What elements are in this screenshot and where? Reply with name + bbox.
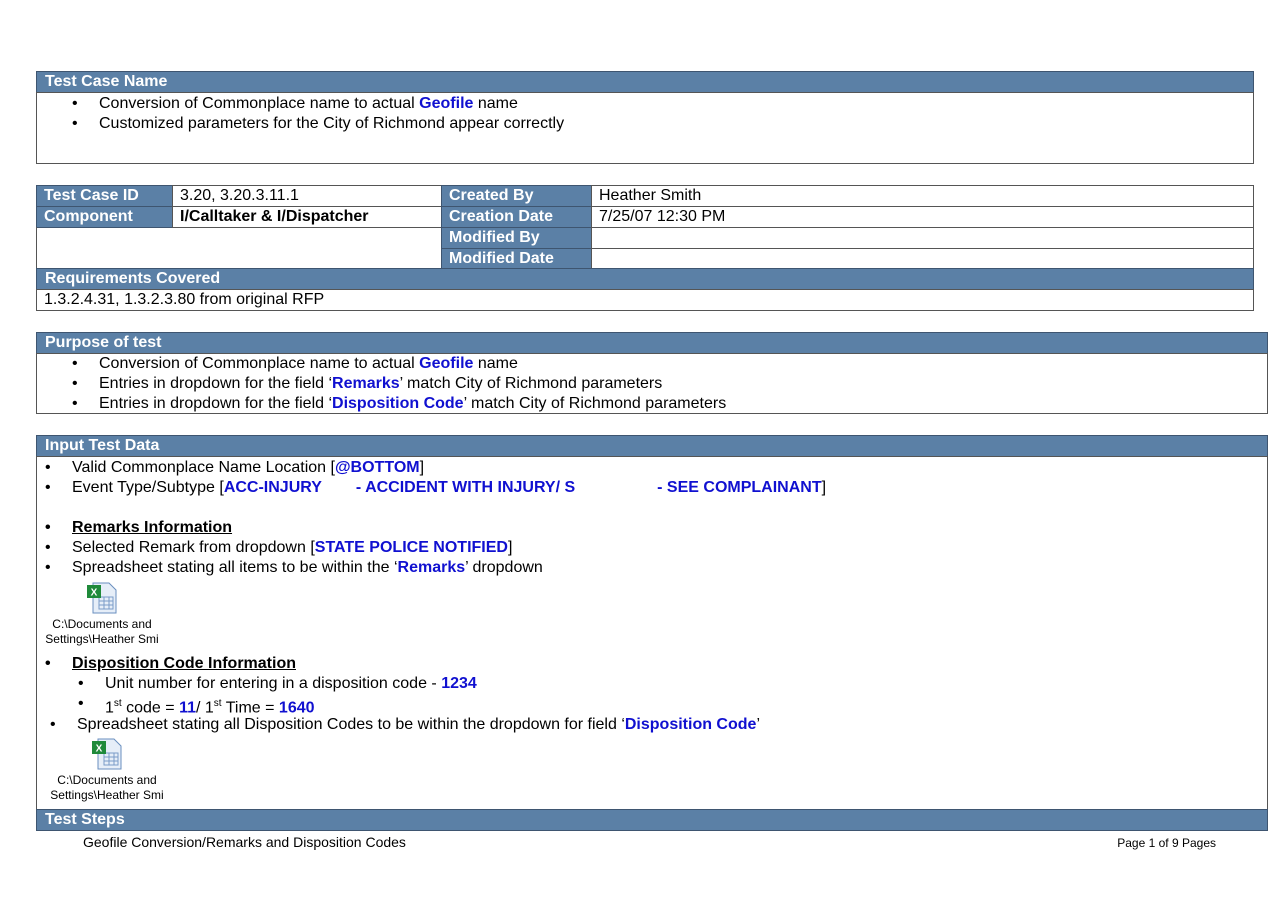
test-case-id-value: 3.20, 3.20.3.11.1 xyxy=(172,185,442,207)
text: ’ match City of Richmond parameters xyxy=(463,395,727,412)
text: ] xyxy=(507,539,513,556)
superscript: st xyxy=(113,698,122,709)
test-steps-header: Test Steps xyxy=(36,809,1268,831)
list-item: Unit number for entering in a dispositio… xyxy=(78,674,477,694)
highlight: Remarks xyxy=(332,375,400,392)
text: name xyxy=(473,95,518,112)
creation-date-value: 7/25/07 12:30 PM xyxy=(591,206,1254,228)
text: Unit number for entering in a dispositio… xyxy=(105,675,442,692)
modified-date-label: Modified Date xyxy=(441,248,592,269)
text: 1 xyxy=(105,699,114,717)
highlight: Disposition Code xyxy=(332,395,464,412)
text: / 1 xyxy=(195,699,214,717)
text: Selected Remark from dropdown [ xyxy=(72,539,315,556)
text: Settings\Heather Smi xyxy=(45,632,159,646)
highlight: 1234 xyxy=(441,675,477,692)
text: Settings\Heather Smi xyxy=(50,788,164,802)
list-item: Selected Remark from dropdown [STATE POL… xyxy=(45,538,513,558)
requirements-value: 1.3.2.4.31, 1.3.2.3.80 from original RFP xyxy=(36,289,1254,311)
text: Spreadsheet stating all items to be with… xyxy=(72,559,398,576)
component-label: Component xyxy=(36,206,173,228)
highlight: 11 xyxy=(179,699,196,717)
list-item: Spreadsheet stating all Disposition Code… xyxy=(50,715,760,735)
modified-by-label: Modified By xyxy=(441,227,592,249)
test-case-name-body: Conversion of Commonplace name to actual… xyxy=(36,92,1254,164)
list-item: Entries in dropdown for the field ‘Remar… xyxy=(72,374,663,394)
disposition-title: Disposition Code Information xyxy=(45,654,296,674)
text: Event Type/Subtype [ xyxy=(72,479,224,496)
svg-text:X: X xyxy=(96,744,103,755)
text: name xyxy=(473,355,518,372)
component-value: I/Calltaker & I/Dispatcher xyxy=(172,206,442,228)
input-body: Valid Commonplace Name Location [@BOTTOM… xyxy=(36,456,1268,810)
highlight: Disposition Code xyxy=(624,716,757,733)
creation-date-label: Creation Date xyxy=(441,206,592,228)
text: ’ xyxy=(756,716,760,733)
excel-file-icon[interactable]: X xyxy=(85,581,119,615)
text: ’ dropdown xyxy=(465,559,543,576)
highlight: 1640 xyxy=(278,699,315,717)
purpose-body: Conversion of Commonplace name to actual… xyxy=(36,353,1268,414)
list-item: Spreadsheet stating all items to be with… xyxy=(45,558,543,578)
text: ’ match City of Richmond parameters xyxy=(399,375,663,392)
created-by-value: Heather Smith xyxy=(591,185,1254,207)
highlight: Geofile xyxy=(419,355,474,372)
test-case-id-label: Test Case ID xyxy=(36,185,173,207)
highlight: - ACCIDENT WITH INJURY/ S xyxy=(355,479,576,496)
text: Spreadsheet stating all Disposition Code… xyxy=(77,716,625,733)
list-item: Conversion of Commonplace name to actual… xyxy=(72,354,518,374)
attachment-caption: C:\Documents and Settings\Heather Smi xyxy=(37,617,167,647)
test-case-name-header: Test Case Name xyxy=(36,71,1254,93)
modified-date-value xyxy=(591,248,1254,269)
list-item: Event Type/Subtype [ACC-INJURY - ACCIDENT… xyxy=(45,478,827,498)
text: Entries in dropdown for the field ‘ xyxy=(99,375,333,392)
attachment-caption: C:\Documents and Settings\Heather Smi xyxy=(42,773,172,803)
text: code = xyxy=(121,699,180,717)
empty-cell xyxy=(36,227,442,269)
highlight: Remarks xyxy=(397,559,466,576)
list-item: Valid Commonplace Name Location [@BOTTOM… xyxy=(45,458,425,478)
text: Conversion of Commonplace name to actual xyxy=(99,95,420,112)
text: C:\Documents and xyxy=(57,773,157,787)
requirements-header: Requirements Covered xyxy=(36,268,1254,290)
input-header: Input Test Data xyxy=(36,435,1268,457)
highlight: ACC-INJURY xyxy=(223,479,322,496)
remarks-title: Remarks Information xyxy=(45,518,232,538)
excel-file-icon[interactable]: X xyxy=(90,737,124,771)
list-item: Conversion of Commonplace name to actual… xyxy=(72,94,518,114)
text: C:\Documents and xyxy=(52,617,152,631)
highlight: @BOTTOM xyxy=(334,459,420,476)
highlight: Geofile xyxy=(419,95,474,112)
purpose-header: Purpose of test xyxy=(36,332,1268,354)
highlight: STATE POLICE NOTIFIED xyxy=(314,539,508,556)
text: ] xyxy=(419,459,425,476)
text: Conversion of Commonplace name to actual xyxy=(99,355,420,372)
list-item: Entries in dropdown for the field ‘Dispo… xyxy=(72,394,727,414)
text: Customized parameters for the City of Ri… xyxy=(99,115,565,132)
footer-title: Geofile Conversion/Remarks and Dispositi… xyxy=(83,834,406,850)
text: Entries in dropdown for the field ‘ xyxy=(99,395,333,412)
text: ] xyxy=(821,479,827,496)
list-item: Customized parameters for the City of Ri… xyxy=(72,114,565,134)
page-number: Page 1 of 9 Pages xyxy=(1117,836,1216,850)
highlight: - SEE COMPLAINANT xyxy=(657,479,822,496)
svg-text:X: X xyxy=(91,588,98,599)
text: Valid Commonplace Name Location [ xyxy=(72,459,335,476)
modified-by-value xyxy=(591,227,1254,249)
text: Time = xyxy=(221,699,279,717)
created-by-label: Created By xyxy=(441,185,592,207)
superscript: st xyxy=(213,698,222,709)
